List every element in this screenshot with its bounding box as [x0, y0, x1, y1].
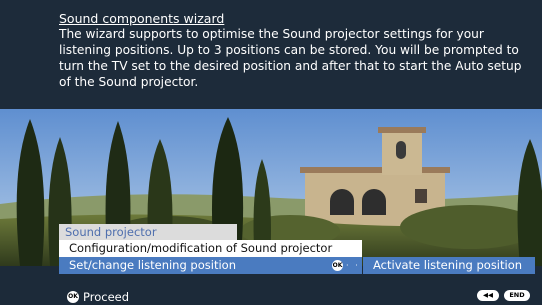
- info-panel: Sound components wizard The wizard suppo…: [0, 0, 542, 109]
- back-button-icon[interactable]: ◀◀: [477, 290, 499, 301]
- menu-item-set-listening-position[interactable]: Set/change listening position: [59, 257, 362, 274]
- end-button-icon[interactable]: END: [504, 290, 530, 301]
- menu-item-configuration[interactable]: Configuration/modification of Sound proj…: [59, 240, 362, 257]
- menu-header: Sound projector: [59, 224, 237, 240]
- wizard-title: Sound components wizard: [59, 11, 225, 26]
- ok-icon: OK: [332, 260, 343, 271]
- wizard-description: The wizard supports to optimise the Soun…: [59, 27, 522, 89]
- nav-buttons: ◀◀ END: [477, 290, 530, 301]
- submenu-item-activate-listening-position[interactable]: Activate listening position: [363, 257, 535, 274]
- proceed-hint[interactable]: OK Proceed: [67, 290, 129, 304]
- ok-button-icon: OK: [67, 291, 79, 303]
- proceed-label: Proceed: [83, 290, 130, 304]
